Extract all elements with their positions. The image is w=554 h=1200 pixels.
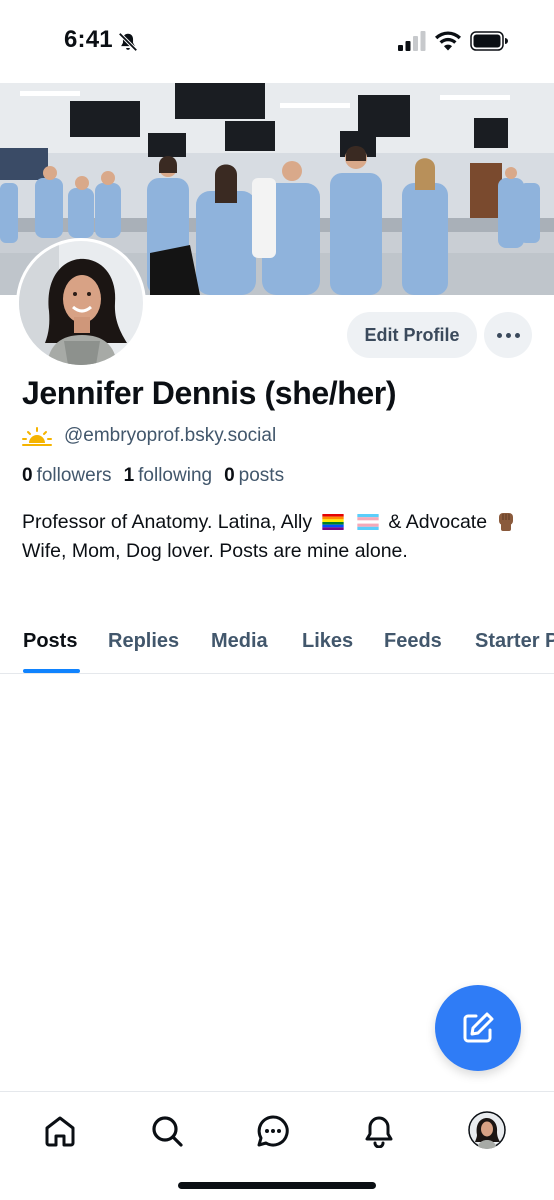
home-icon[interactable] [43,1114,77,1148]
more-options-icon-dot [514,332,520,338]
tab-posts[interactable]: Posts [23,630,77,653]
profile-tabs: Posts Replies Media Likes Feeds Starter … [0,616,554,674]
posts-label: posts [238,465,285,486]
avatar-image [19,241,143,365]
posts-count: 0 [224,465,235,486]
followers-count: 0 [22,465,33,486]
bell-slash-icon [118,32,138,52]
status-bar: 6:41 [0,0,554,83]
display-name: Jennifer Dennis (she/her) [22,375,397,411]
profile-avatar[interactable] [16,238,146,368]
cellular-signal-icon [398,31,426,51]
profile-bio: Professor of Anatomy. Latina, Ally & Adv… [22,508,522,566]
transgender-flag-icon [357,514,379,530]
search-icon[interactable] [150,1114,184,1148]
following-count: 1 [123,465,135,486]
compose-button[interactable] [435,985,521,1071]
bio-text-2: & [388,511,402,533]
wifi-icon [435,31,461,51]
more-options-button[interactable] [484,312,532,358]
active-tab-indicator [23,669,80,673]
bio-text-4: Wife, Mom, Dog lover. Posts are mine alo… [22,540,408,562]
profile-handle[interactable]: @embryoprof.bsky.social [64,425,276,447]
profile-avatar-image [468,1111,506,1149]
tab-replies[interactable]: Replies [108,630,179,653]
rainbow-flag-icon [321,514,344,530]
more-options-icon-dot [505,332,511,338]
bio-text-1: Professor of Anatomy. Latina, Ally [22,511,313,533]
compose-icon [463,1012,494,1043]
edit-profile-button[interactable]: Edit Profile [347,312,477,358]
profile-stats: 0 followers 1 following 0 posts [22,465,284,487]
more-options-icon [496,332,502,338]
tab-likes[interactable]: Likes [302,630,353,653]
home-indicator [178,1182,376,1189]
battery-icon [470,31,508,51]
bio-text-3: Advocate [405,511,488,533]
followers-label: followers [36,465,112,486]
following-label: following [138,465,213,486]
posts-stat: 0 posts [224,465,284,487]
sun-icon [22,427,52,446]
raised-fist-icon [499,513,514,531]
notifications-icon[interactable] [362,1114,396,1148]
profile-avatar-nav[interactable] [468,1111,506,1149]
tab-feeds[interactable]: Feeds [384,630,442,653]
following-stat[interactable]: 1 following [124,465,213,487]
chat-icon[interactable] [256,1114,290,1148]
status-time: 6:41 [64,26,113,53]
handle-row: @embryoprof.bsky.social [22,424,276,448]
followers-stat[interactable]: 0 followers [22,465,112,487]
tab-starter-packs[interactable]: Starter P [475,630,554,653]
tab-media[interactable]: Media [211,630,268,653]
